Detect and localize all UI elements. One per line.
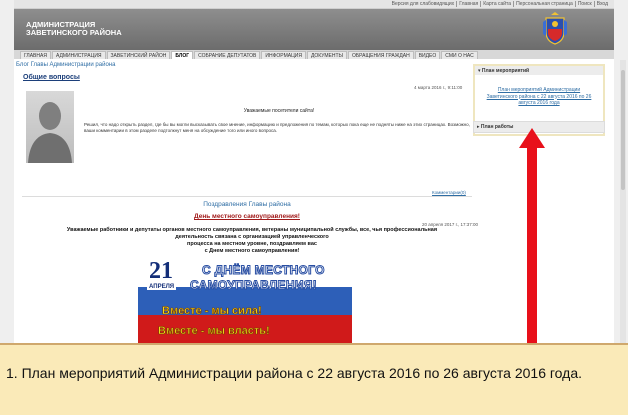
top-link[interactable]: Персональная страница (513, 1, 575, 7)
nav-tab[interactable]: ВИДЕО (414, 51, 441, 59)
post-body-2: Уважаемые работники и депутаты органов м… (42, 227, 462, 255)
top-link[interactable]: Вход (593, 1, 610, 7)
top-link[interactable]: Версия для слабовидящих (390, 1, 457, 7)
banner-headline-2: САМОУПРАВЛЕНИЯ! (190, 278, 318, 293)
nav-tab[interactable]: ЗАВЕТИНСКИЙ РАЙОН (106, 51, 171, 59)
red-arrow-annotation (519, 128, 545, 352)
post-title[interactable]: День местного самоуправления! (22, 213, 472, 220)
events-header-label: План мероприятий (481, 68, 530, 74)
banner-day: 21 (149, 258, 173, 284)
site-title[interactable]: АДМИНИСТРАЦИЯ ЗАВЕТИНСКОГО РАЙОНА (26, 21, 122, 37)
top-link[interactable]: Карта сайта (480, 1, 513, 7)
work-plan-label: План работы (480, 124, 514, 130)
nav-tab[interactable]: ДОКУМЕНТЫ (306, 51, 347, 59)
post-body-line: деятельность связана с организацией упра… (175, 234, 329, 240)
banner-slogan-2: Вместе - мы власть! (158, 325, 270, 338)
section-title-greetings[interactable]: Поздравления Главы района (22, 201, 472, 208)
scrollbar-thumb[interactable] (621, 70, 625, 190)
nav-tab[interactable]: ГЛАВНАЯ (20, 51, 51, 59)
nav-tab[interactable]: ОБРАЩЕНИЯ ГРАЖДАН (347, 51, 414, 59)
breadcrumb[interactable]: Блог Главы Администрации района (16, 62, 115, 68)
instruction-callout: 1. План мероприятий Администрации района… (0, 343, 628, 415)
post-body: Решил, что надо открыть раздел, где бы в… (84, 122, 470, 133)
banner-slogan-1: Вместе - мы сила! (162, 305, 262, 318)
avatar (26, 91, 74, 163)
top-utility-bar: Версия для слабовидящих Главная Карта сайт… (14, 0, 614, 9)
post-body-line: Уважаемые работники и депутаты органов м… (66, 227, 438, 233)
events-plan-link[interactable]: План мероприятий Администрации Заветинск… (485, 87, 593, 107)
nav-tab[interactable]: СМИ О НАС (441, 51, 478, 59)
top-link[interactable]: Главная (456, 1, 480, 7)
post-body-line: процесса на местном уровне, поздравляем … (187, 241, 317, 247)
nav-tab[interactable]: СОБРАНИЕ ДЕПУТАТОВ (194, 51, 261, 59)
instruction-text: 1. План мероприятий Администрации района… (6, 365, 582, 381)
divider (22, 196, 472, 197)
nav-tab[interactable]: АДМИНИСТРАЦИЯ (51, 51, 106, 59)
comments-link[interactable]: Комментарии(0) (432, 190, 466, 195)
post-body-line: с Днем местного самоуправления! (204, 248, 300, 254)
banner-headline-1: С ДНЁМ МЕСТНОГО (202, 263, 325, 278)
coat-of-arms-icon (543, 12, 567, 45)
greeting-banner-image: 21 АПРЕЛЯ С ДНЁМ МЕСТНОГО САМОУПРАВЛЕНИЯ… (138, 258, 352, 343)
scrollbar[interactable] (620, 60, 626, 343)
top-links: Версия для слабовидящих Главная Карта сайт… (390, 1, 610, 7)
nav-tab[interactable]: БЛОГ (171, 51, 194, 59)
nav-tab[interactable]: ИНФОРМАЦИЯ (261, 51, 306, 59)
events-header[interactable]: ▾ План мероприятий (475, 66, 603, 75)
section-title[interactable]: Общие вопросы (23, 74, 80, 81)
banner-month: АПРЕЛЯ (147, 284, 177, 290)
site-header: АДМИНИСТРАЦИЯ ЗАВЕТИНСКОГО РАЙОНА (14, 9, 614, 50)
main-nav: ГЛАВНАЯ АДМИНИСТРАЦИЯ ЗАВЕТИНСКИЙ РАЙОН БЛО… (14, 50, 614, 59)
top-link[interactable]: Поиск (574, 1, 594, 7)
site-title-line2: ЗАВЕТИНСКОГО РАЙОНА (26, 28, 122, 37)
post-greeting: Уважаемые посетители сайта! (243, 108, 315, 114)
post-date: 4 марта 2016 г., 9:11:00 (414, 85, 463, 90)
